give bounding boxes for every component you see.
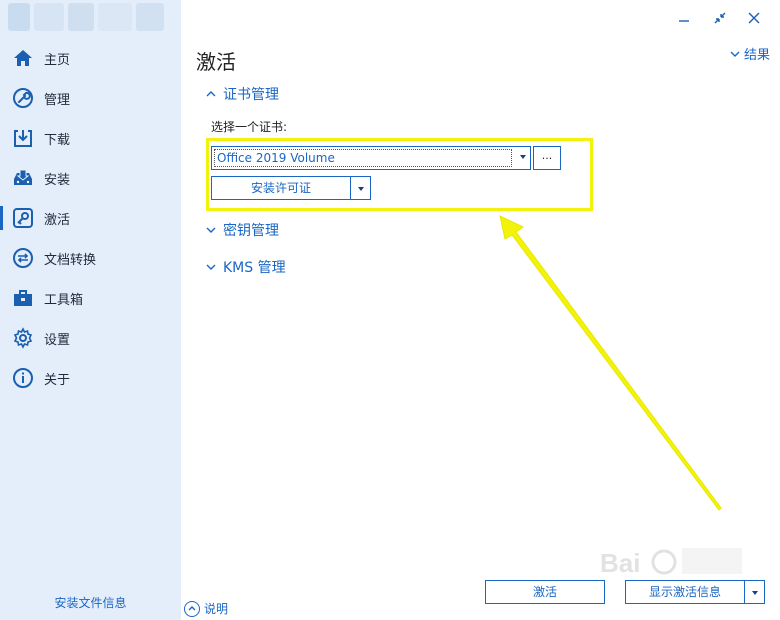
sidebar: 主页 管理 下载 安装 激活 文档转换 工具箱 设置 关于 安装文件信息 — [0, 0, 181, 620]
convert-arrows-icon — [12, 247, 34, 269]
close-button[interactable] — [742, 6, 766, 30]
minimize-icon — [679, 20, 689, 22]
sidebar-item-label: 文档转换 — [44, 252, 97, 268]
sidebar-item-label: 下载 — [44, 132, 71, 148]
certificate-selected-value: Office 2019 Volume — [214, 149, 512, 167]
sidebar-item-convert[interactable]: 文档转换 — [0, 238, 181, 278]
toolbox-icon — [12, 287, 34, 309]
watermark-logo: Bai — [600, 540, 750, 584]
dropdown-arrow-icon — [752, 591, 758, 595]
chevron-down-icon — [206, 227, 216, 233]
chevron-up-icon — [206, 91, 216, 97]
dropdown-arrow-icon — [358, 187, 364, 191]
sidebar-item-download[interactable]: 下载 — [0, 118, 181, 158]
browse-certificate-button[interactable]: ... — [533, 146, 561, 170]
show-activation-info-split-button[interactable] — [745, 580, 765, 604]
sidebar-item-label: 设置 — [44, 332, 71, 348]
svg-text:Bai: Bai — [600, 548, 640, 578]
certificate-dropdown[interactable]: Office 2019 Volume — [211, 146, 531, 170]
sidebar-item-manage[interactable]: 管理 — [0, 78, 181, 118]
app-logo-blurred — [0, 0, 181, 36]
sidebar-item-about[interactable]: 关于 — [0, 358, 181, 398]
install-license-split-button[interactable] — [351, 176, 371, 200]
help-link-label: 说明 — [204, 602, 229, 616]
install-file-info-link[interactable]: 安装文件信息 — [0, 594, 181, 611]
app-window: 主页 管理 下载 安装 激活 文档转换 工具箱 设置 关于 安装文件信息 激活 … — [0, 0, 780, 620]
activate-button[interactable]: 激活 — [485, 580, 605, 604]
sidebar-item-install[interactable]: 安装 — [0, 158, 181, 198]
gear-icon — [12, 327, 34, 349]
wrench-icon — [12, 87, 34, 109]
minimize-button[interactable] — [672, 6, 696, 30]
sidebar-item-label: 管理 — [44, 92, 71, 108]
sidebar-item-label: 主页 — [44, 52, 71, 68]
results-link[interactable]: 结果 — [730, 44, 770, 63]
certificate-select-label: 选择一个证书: — [211, 120, 288, 134]
home-icon — [12, 47, 34, 69]
sidebar-item-label: 激活 — [44, 212, 71, 228]
install-license-button[interactable]: 安装许可证 — [211, 176, 351, 200]
download-icon — [12, 127, 34, 149]
sidebar-item-label: 工具箱 — [44, 292, 84, 308]
help-link[interactable]: 说明 — [184, 600, 228, 617]
close-icon — [748, 12, 760, 24]
chevron-down-icon — [730, 51, 740, 57]
chevron-down-icon — [206, 264, 216, 270]
certificate-section-header[interactable]: 证书管理 — [205, 84, 279, 104]
dropdown-arrow-icon — [520, 155, 526, 159]
collapse-arrows-icon — [714, 12, 726, 24]
sidebar-item-activate[interactable]: 激活 — [0, 198, 181, 238]
install-tray-icon — [12, 167, 34, 189]
sidebar-item-label: 关于 — [44, 372, 71, 388]
restore-button[interactable] — [708, 6, 732, 30]
results-link-label: 结果 — [744, 48, 771, 63]
key-section-header[interactable]: 密钥管理 — [205, 220, 279, 240]
sidebar-item-home[interactable]: 主页 — [0, 38, 181, 78]
section-title: 证书管理 — [223, 87, 279, 103]
kms-section-header[interactable]: KMS 管理 — [205, 257, 286, 277]
section-title: KMS 管理 — [223, 260, 286, 276]
page-title: 激活 — [196, 50, 236, 74]
sidebar-item-settings[interactable]: 设置 — [0, 318, 181, 358]
sidebar-item-toolbox[interactable]: 工具箱 — [0, 278, 181, 318]
key-icon — [12, 207, 34, 229]
show-activation-info-button[interactable]: 显示激活信息 — [625, 580, 745, 604]
sidebar-nav: 主页 管理 下载 安装 激活 文档转换 工具箱 设置 关于 — [0, 38, 181, 398]
section-title: 密钥管理 — [223, 223, 279, 239]
chevron-up-icon — [184, 600, 200, 617]
info-icon — [12, 367, 34, 389]
sidebar-item-label: 安装 — [44, 172, 71, 188]
